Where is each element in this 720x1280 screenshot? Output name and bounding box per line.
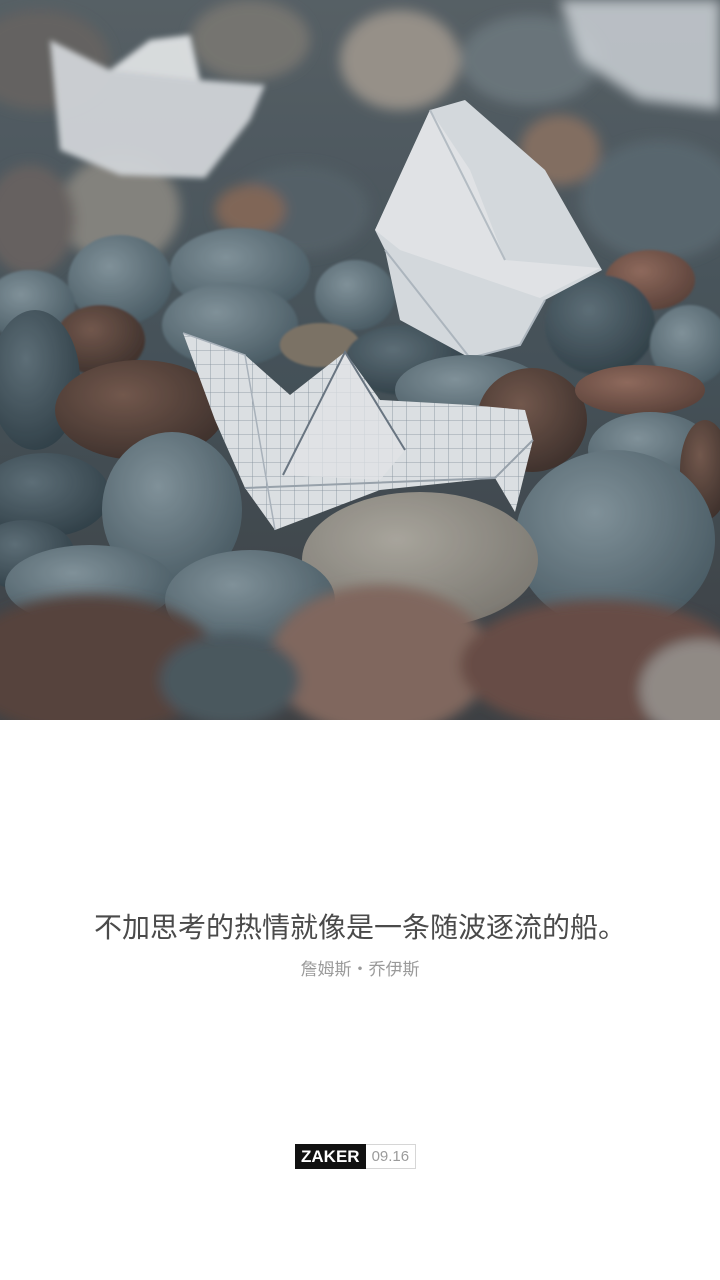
brand-logo: ZAKER <box>295 1144 366 1169</box>
date-label: 09.16 <box>365 1144 417 1169</box>
daily-quote-screen: 不加思考的热情就像是一条随波逐流的船。 詹姆斯・乔伊斯 ZAKER 09.16 <box>0 0 720 1280</box>
hero-photo <box>0 0 720 720</box>
paper-boats-on-pebbles-image <box>0 0 720 720</box>
quote-text: 不加思考的热情就像是一条随波逐流的船。 <box>93 911 626 944</box>
quote-block: 不加思考的热情就像是一条随波逐流的船。 詹姆斯・乔伊斯 <box>0 900 720 984</box>
brand-badge: ZAKER 09.16 <box>295 1144 417 1169</box>
quote-author: 詹姆斯・乔伊斯 <box>300 960 420 980</box>
